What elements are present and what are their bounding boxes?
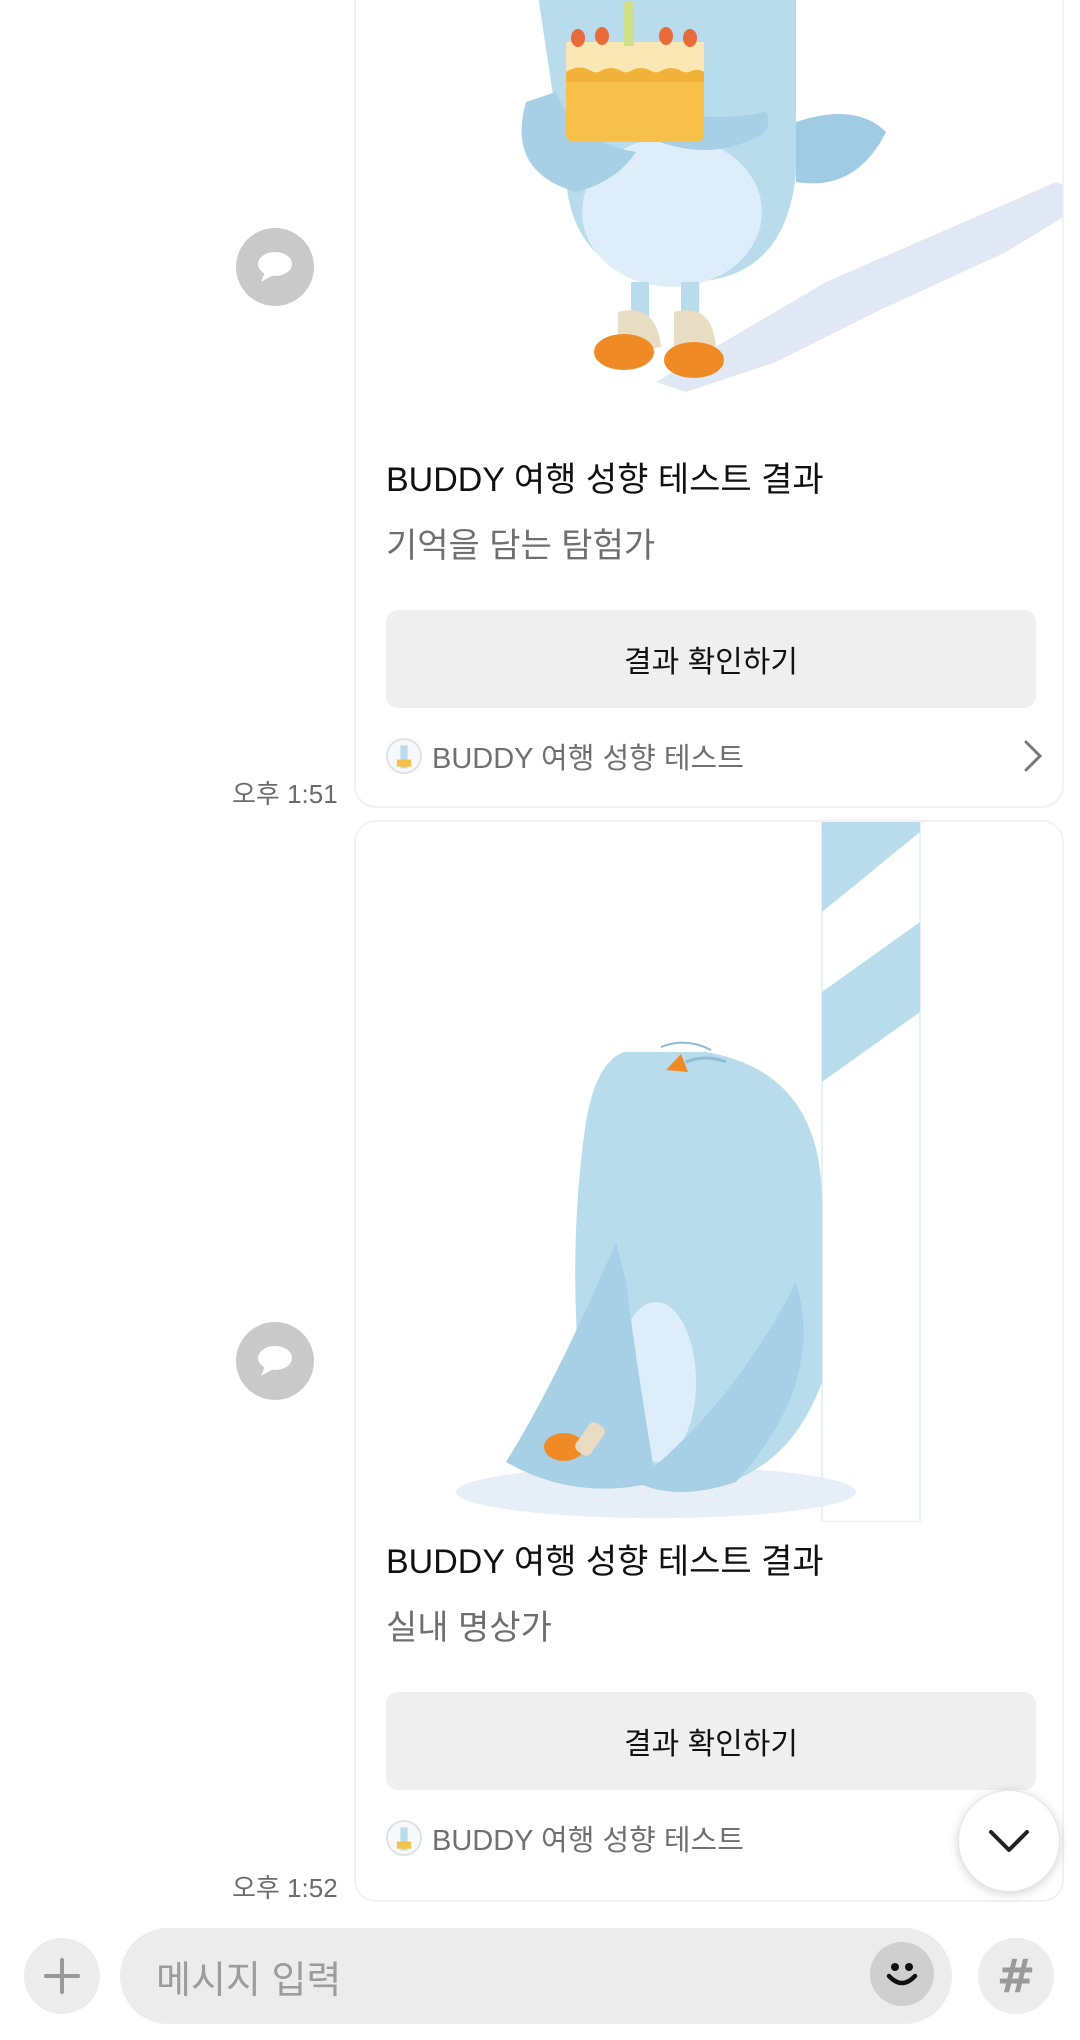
message-time: 오후 1:51 <box>232 779 338 809</box>
scroll-to-bottom-button[interactable] <box>958 1790 1060 1892</box>
view-result-button[interactable]: 결과 확인하기 <box>386 610 1036 708</box>
card-footer-link[interactable]: BUDDY 여행 성향 테스트 <box>386 734 1046 778</box>
hashtag-button[interactable]: # <box>978 1938 1054 2014</box>
card-description: 기억을 담는 탐험가 <box>386 527 656 565</box>
message-input-placeholder: 메시지 입력 <box>156 1959 342 2002</box>
plus-icon <box>44 1958 80 1994</box>
message-input[interactable]: 메시지 입력 <box>120 1928 952 2024</box>
card-image <box>356 822 1062 1522</box>
hashtag-icon: # <box>996 1949 1036 2003</box>
card-title: BUDDY 여행 성향 테스트 결과 <box>386 461 824 499</box>
view-result-button[interactable]: 결과 확인하기 <box>386 1692 1036 1790</box>
card-footer-label: BUDDY 여행 성향 테스트 <box>432 743 744 775</box>
card-image <box>356 0 1062 442</box>
link-card[interactable]: BUDDY 여행 성향 테스트 결과 실내 명상가 결과 확인하기 BUDDY … <box>354 820 1064 1902</box>
share-button[interactable] <box>236 228 314 306</box>
card-footer-link[interactable]: BUDDY 여행 성향 테스트 <box>386 1816 1046 1860</box>
share-button[interactable] <box>236 1322 314 1400</box>
emoji-button[interactable] <box>870 1942 934 2006</box>
emoji-icon <box>886 1963 918 1986</box>
speech-bubble-icon <box>258 1346 292 1376</box>
card-title: BUDDY 여행 성향 테스트 결과 <box>386 1543 824 1581</box>
message-time: 오후 1:52 <box>232 1873 338 1903</box>
chat-area[interactable]: 오후 1:51 BUDDY 여행 성향 테스트 결과 기억을 담는 탐험가 결과… <box>0 0 1080 1920</box>
app-thumbnail-icon <box>386 738 422 774</box>
chevron-right-icon <box>1024 740 1043 772</box>
message-input-bar: 메시지 입력 # <box>0 1920 1080 2040</box>
card-footer-label: BUDDY 여행 성향 테스트 <box>432 1825 744 1857</box>
chevron-down-icon <box>989 1830 1029 1852</box>
speech-bubble-icon <box>258 252 292 282</box>
app-thumbnail-icon <box>386 1820 422 1856</box>
card-description: 실내 명상가 <box>386 1609 552 1647</box>
attach-button[interactable] <box>24 1938 100 2014</box>
link-card[interactable]: BUDDY 여행 성향 테스트 결과 기억을 담는 탐험가 결과 확인하기 BU… <box>354 0 1064 808</box>
